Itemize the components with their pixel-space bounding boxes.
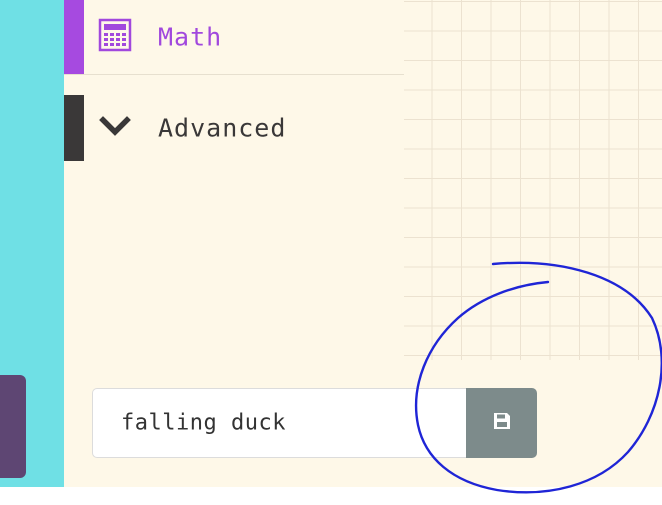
side-action-button[interactable] <box>0 375 26 478</box>
save-button[interactable] <box>466 388 537 458</box>
project-name-value: falling duck <box>121 410 286 436</box>
chevron-down-icon <box>98 109 132 147</box>
toolbox-category-advanced[interactable]: Advanced <box>64 95 404 161</box>
calculator-icon <box>98 18 132 56</box>
toolbox-category-math[interactable]: Math <box>64 0 404 75</box>
project-name-input[interactable]: falling duck <box>92 388 466 458</box>
category-label-math: Math <box>158 22 223 52</box>
category-color-bar <box>64 0 84 74</box>
floppy-disk-icon <box>492 411 512 435</box>
category-label-advanced: Advanced <box>158 113 287 143</box>
workspace-grid[interactable] <box>404 0 662 360</box>
category-color-bar <box>64 95 84 161</box>
